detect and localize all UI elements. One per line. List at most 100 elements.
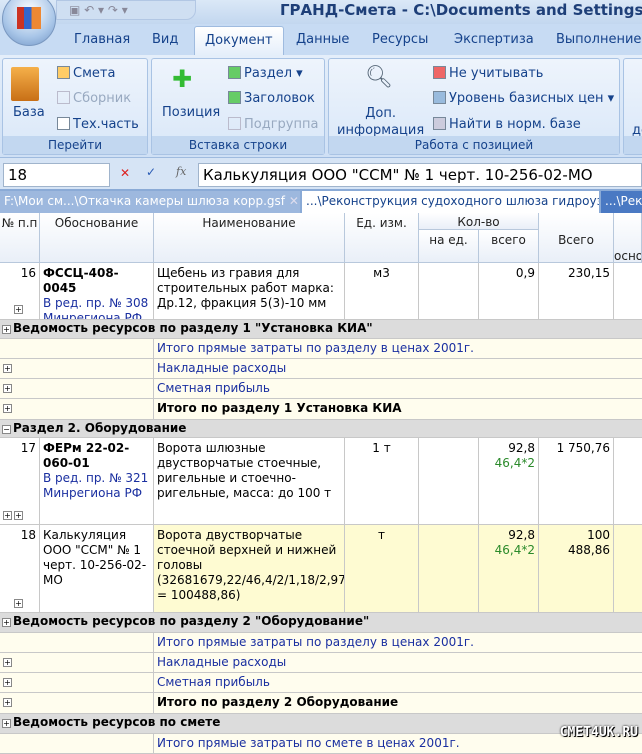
quick-access-toolbar[interactable]: ▣ ↶ ▾ ↷ ▾ [56, 0, 196, 20]
row-note: Минрегиона РФ [43, 311, 143, 319]
tab-vypolnenie[interactable]: Выполнение [556, 32, 641, 47]
undo-icon[interactable]: ↶ ▾ [84, 3, 104, 17]
section-vedsm[interactable]: + Ведомость ресурсов по смете [0, 714, 642, 734]
section-razdel2[interactable]: − Раздел 2. Оборудование [0, 420, 642, 438]
zagolovok-button[interactable]: Заголовок [228, 91, 315, 106]
row-name: Ворота шлюзные двустворчатые стоечные, р… [154, 438, 345, 524]
expand-icon[interactable]: + [14, 305, 23, 314]
col-qty[interactable]: Кол-во [419, 213, 539, 230]
tab-resursy[interactable]: Ресурсы [372, 32, 428, 47]
qty-value: 92,8 [508, 528, 535, 542]
sbornik-label: Сборник [73, 91, 132, 106]
tab-dokument[interactable]: Документ [194, 26, 284, 56]
doc-tab-3[interactable]: ...\Рек [601, 191, 642, 213]
watermark: CMET4UK.RU [559, 725, 638, 740]
formula-input[interactable]: Калькуляция ООО "ССМ" № 1 черт. 10-256-0… [198, 163, 642, 187]
doc-tab-label: ...\Реконструкция судоходного шлюза гидр… [306, 194, 599, 208]
col-num[interactable]: № п.п [0, 213, 40, 263]
tech-part-label: Тех.часть [73, 117, 139, 132]
group-work-label: Работа с позицией [329, 136, 619, 154]
find-norm-button[interactable]: Найти в норм. базе [433, 117, 581, 132]
database-icon [11, 67, 39, 101]
cancel-icon[interactable]: ✕ [120, 166, 130, 180]
doc-tab-2[interactable]: ...\Реконструкция судоходного шлюза гидр… [302, 191, 599, 213]
table-row[interactable]: 17 + + ФЕРм 22-02-060-01 В ред. пр. № 321 М… [0, 438, 642, 525]
col-sum[interactable]: Всего [539, 213, 614, 263]
row-qty-total: 92,8 46,4*2 [479, 525, 539, 612]
summary-label: Итого прямые затраты по разделу в ценах … [157, 635, 474, 649]
table-row[interactable]: 16 + ФССЦ-408-0045 В ред. пр. № 308 Минрег… [0, 263, 642, 320]
doc-tab-1[interactable]: F:\Мои см...\Откачка камеры шлюза корр.g… [0, 191, 300, 213]
najti-label: Найти в норм. базе [449, 117, 581, 132]
ne-uchityvat-button[interactable]: Не учитывать [433, 66, 543, 81]
window-title: ГРАНД-Смета - C:\Documents and Settings\… [280, 1, 642, 19]
cell-reference-input[interactable]: 18 [3, 163, 110, 187]
summary-row[interactable]: Итого прямые затраты по разделу в ценах … [0, 339, 642, 359]
smeta-label: Смета [73, 66, 116, 81]
expand-icon[interactable]: + [14, 599, 23, 608]
sbornik-icon [57, 91, 70, 104]
save-icon[interactable]: ▣ [69, 3, 80, 17]
summary-row[interactable]: + Итого по разделу 1 Установка КИА [0, 399, 642, 420]
row-unit: 1 т [345, 438, 419, 524]
col-qty-total[interactable]: всего [479, 230, 539, 263]
close-icon[interactable]: ✕ [289, 194, 299, 208]
tab-glavnaya[interactable]: Главная [74, 32, 130, 47]
row-code: ФССЦ-408-0045 [43, 266, 119, 295]
podgruppa-button[interactable]: Подгруппа [228, 117, 318, 132]
summary-row[interactable]: + Итого по разделу 2 Оборудование [0, 693, 642, 714]
col-osn[interactable]: осно [614, 213, 642, 263]
summary-row[interactable]: Итого прямые затраты по разделу в ценах … [0, 633, 642, 653]
confirm-icon[interactable]: ✓ [146, 165, 156, 179]
smeta-button[interactable]: Смета [57, 66, 115, 81]
summary-label: Сметная прибыль [157, 381, 270, 395]
row-obosn[interactable]: Калькуляция ООО "ССМ" № 1 черт. 10-256-0… [40, 525, 154, 612]
group-work: 🔍︎ Доп. информация Не учитывать Уровень б… [328, 58, 620, 155]
tab-ekspertiza[interactable]: Экспертиза [454, 32, 534, 47]
document-tabs: F:\Мои см...\Откачка камеры шлюза корр.g… [0, 189, 642, 213]
tab-dannye[interactable]: Данные [296, 32, 349, 47]
expand-icon[interactable]: + [2, 719, 11, 728]
section-ved1[interactable]: + Ведомость ресурсов по разделу 1 "Устано… [0, 320, 642, 339]
col-obosn[interactable]: Обоснование [40, 213, 154, 263]
razdel-icon [228, 66, 241, 79]
summary-row[interactable]: + Накладные расходы [0, 359, 642, 379]
position-button[interactable]: Позиция [162, 105, 220, 120]
ribbon: База Смета Сборник Тех.часть Перейти ✚ П… [0, 55, 642, 158]
redo-icon[interactable]: ↷ ▾ [108, 3, 128, 17]
group-insert-label: Вставка строки [152, 136, 324, 154]
expand-icon[interactable]: + [2, 618, 11, 627]
formula-bar: 18 ✕ ✓ fx Калькуляция ООО "ССМ" № 1 черт… [0, 158, 642, 189]
summary-row[interactable]: Итого прямые затраты по смете в ценах 20… [0, 734, 642, 754]
razdel-button[interactable]: Раздел ▾ [228, 66, 303, 81]
table-row-selected[interactable]: 18 + Калькуляция ООО "ССМ" № 1 черт. 10-… [0, 525, 642, 613]
group-go-label: Перейти [3, 136, 147, 154]
row-per-unit [419, 438, 479, 524]
tech-part-button[interactable]: Тех.часть [57, 117, 139, 132]
col-name[interactable]: Наименование [154, 213, 345, 263]
tab-vid[interactable]: Вид [152, 32, 178, 47]
qty-value: 92,8 [508, 441, 535, 455]
expand-icon[interactable]: + [2, 325, 11, 334]
summary-label: Итого по разделу 2 Оборудование [157, 695, 399, 709]
section-ved2[interactable]: + Ведомость ресурсов по разделу 2 "Оборуд… [0, 613, 642, 633]
col-per-unit[interactable]: на ед. [419, 230, 479, 263]
uroven-cen-button[interactable]: Уровень базисных цен ▾ [433, 91, 614, 106]
row-sum: 230,15 [539, 263, 614, 319]
col-unit[interactable]: Ед. изм. [345, 213, 419, 263]
row-code: ФЕРм 22-02-060-01 [43, 441, 130, 470]
dop-info-button[interactable]: Доп. информация [337, 105, 424, 139]
magnifier-icon: 🔍︎ [365, 65, 393, 90]
summary-row[interactable]: + Сметная прибыль [0, 379, 642, 399]
collapse-icon[interactable]: − [2, 425, 11, 434]
expand-icon[interactable]: + [14, 511, 23, 520]
fx-icon[interactable]: fx [176, 165, 186, 178]
sbornik-button[interactable]: Сборник [57, 91, 131, 106]
uroven-label: Уровень базисных цен [449, 91, 604, 106]
app-logo-icon [17, 7, 41, 29]
baza-button[interactable]: База [13, 105, 45, 120]
podgruppa-icon [228, 117, 241, 130]
summary-row[interactable]: + Накладные расходы [0, 653, 642, 673]
expand-icon[interactable]: + [3, 511, 12, 520]
summary-row[interactable]: + Сметная прибыль [0, 673, 642, 693]
